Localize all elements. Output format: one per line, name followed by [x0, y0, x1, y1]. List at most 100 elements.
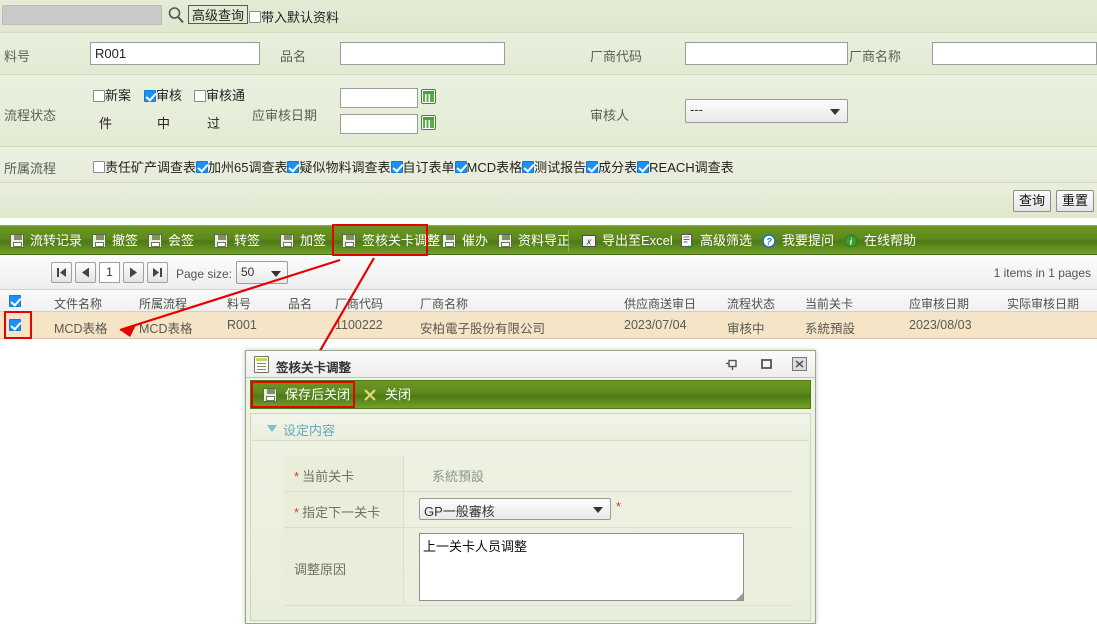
column-header-file-name[interactable]: 文件名称: [54, 295, 102, 312]
column-header-current-gate[interactable]: 当前关卡: [805, 295, 853, 312]
last-page-button[interactable]: [147, 262, 168, 283]
toolbar-item-advanced-filter[interactable]: 高级筛选: [678, 226, 752, 256]
first-page-button[interactable]: [51, 262, 72, 283]
toolbar-item-urge[interactable]: 催办: [440, 226, 488, 256]
chevron-down-icon: [271, 271, 281, 277]
option-label: 审核通: [206, 88, 246, 103]
calendar-icon[interactable]: [421, 115, 436, 130]
vendor-name-input[interactable]: [932, 42, 1097, 65]
checkbox-box[interactable]: [522, 160, 535, 173]
checkbox-box[interactable]: [144, 90, 156, 102]
belong-process-option-4[interactable]: MCD表格: [454, 158, 522, 175]
checkbox-box[interactable]: [93, 90, 105, 102]
checkbox-box[interactable]: [249, 10, 261, 23]
reason-label: 调整原因: [294, 562, 347, 577]
required-asterisk: *: [294, 469, 300, 484]
section-header[interactable]: 设定内容: [252, 415, 809, 441]
process-status-option-2[interactable]: 审核通: [194, 85, 245, 104]
belong-process-option-2[interactable]: 疑似物料调查表: [287, 158, 391, 175]
process-status-option-1[interactable]: 审核: [144, 85, 182, 104]
query-button[interactable]: 查询: [1013, 190, 1051, 212]
close-button[interactable]: 关闭: [363, 381, 411, 408]
dialog-title-bar[interactable]: 签核关卡调整: [246, 351, 815, 378]
checkbox-box[interactable]: [287, 160, 300, 173]
review-date-to-input[interactable]: [340, 114, 418, 134]
toolbar-item-online-help[interactable]: i 在线帮助: [842, 226, 916, 256]
field-label-cell: 调整原因: [284, 528, 404, 605]
save-and-close-button[interactable]: 保存后关闭: [263, 381, 350, 408]
checkbox-box[interactable]: [93, 160, 105, 173]
product-name-input[interactable]: [340, 42, 505, 65]
reason-textarea[interactable]: [419, 533, 744, 601]
close-icon[interactable]: [791, 356, 808, 372]
advanced-query-link[interactable]: 高级查询: [188, 5, 249, 24]
process-status-option-2-line2: 过: [207, 113, 220, 132]
review-date-from-input[interactable]: [340, 88, 418, 108]
prev-page-button[interactable]: [75, 262, 96, 283]
section-title: 设定内容: [283, 423, 336, 438]
collapse-triangle-icon[interactable]: [267, 425, 277, 432]
toolbar-item-flow-record[interactable]: 流转记录: [8, 226, 82, 256]
page-size-select[interactable]: 50: [236, 261, 288, 284]
default-data-checkbox[interactable]: 带入默认资料: [249, 7, 339, 26]
checkbox-box[interactable]: [196, 160, 209, 173]
table-row[interactable]: MCD表格 MCD表格 R001 1100222 安柏電子股份有限公司 2023…: [0, 312, 1097, 339]
filter-icon: [680, 234, 694, 248]
toolbar-item-transfer[interactable]: 转签: [212, 226, 260, 256]
select-all-checkbox[interactable]: [9, 294, 21, 308]
search-icon[interactable]: [166, 5, 186, 25]
column-header-actual-date[interactable]: 实际审核日期: [1007, 295, 1079, 312]
calendar-icon[interactable]: [421, 89, 436, 104]
toolbar-item-label: 会签: [168, 233, 195, 248]
column-header-vendor-name[interactable]: 厂商名称: [420, 295, 468, 312]
checkbox-box[interactable]: [454, 160, 467, 173]
vendor-code-input[interactable]: [685, 42, 848, 65]
reset-button[interactable]: 重置: [1056, 190, 1094, 212]
save-disk-icon: [263, 388, 277, 402]
cell-file-name: MCD表格: [54, 322, 108, 336]
belong-process-option-5[interactable]: 测试报告: [522, 158, 586, 175]
belong-process-option-1[interactable]: 加州65调查表: [196, 158, 287, 175]
column-header-review-date[interactable]: 应审核日期: [909, 295, 969, 312]
search-input[interactable]: [2, 5, 162, 25]
toolbar-item-ask-question[interactable]: ? 我要提问: [760, 226, 834, 256]
toolbar-item-countersign[interactable]: 会签: [146, 226, 194, 256]
field-label-cell: * 指定下一关卡: [284, 492, 404, 527]
reviewer-select[interactable]: ---: [685, 99, 848, 123]
toolbar-item-add-sign[interactable]: 加签: [278, 226, 326, 256]
belong-process-option-7[interactable]: REACH调查表: [637, 158, 734, 175]
maximize-icon[interactable]: [758, 356, 775, 372]
checkbox-box[interactable]: [9, 319, 21, 331]
toolbar-item-data-correct[interactable]: 资料导正: [496, 226, 570, 256]
checkbox-box[interactable]: [390, 160, 403, 173]
current-page-input[interactable]: 1: [99, 262, 120, 283]
query-actions-row: 查询 重置: [0, 182, 1097, 218]
belong-process-option-0[interactable]: 责任矿产调查表: [93, 158, 196, 175]
checkbox-box[interactable]: [194, 90, 206, 102]
column-header-submit-date[interactable]: 供应商送审日: [624, 295, 696, 312]
field-row-reason: 调整原因: [284, 528, 792, 606]
checkbox-box[interactable]: [637, 160, 650, 173]
cell-belong-process: MCD表格: [139, 322, 193, 336]
resize-grip-icon[interactable]: [736, 593, 743, 600]
toolbar-item-export-excel[interactable]: x 导出至Excel: [580, 226, 673, 256]
belong-process-option-3[interactable]: 自订表单: [390, 158, 455, 175]
material-no-input[interactable]: [90, 42, 260, 65]
product-name-label: 品名: [280, 49, 307, 64]
toolbar-item-withdraw[interactable]: 撤签: [90, 226, 138, 256]
toolbar-item-gate-adjust[interactable]: 签核关卡调整: [340, 226, 440, 256]
column-header-vendor-code[interactable]: 厂商代码: [335, 295, 383, 312]
process-status-option-0[interactable]: 新案: [93, 85, 131, 104]
column-header-process-status[interactable]: 流程状态: [727, 295, 775, 312]
checkbox-box[interactable]: [9, 295, 21, 307]
row-select-checkbox[interactable]: [9, 318, 21, 332]
grid-footer: [0, 339, 1097, 348]
column-header-material-no[interactable]: 料号: [227, 295, 251, 312]
belong-process-option-6[interactable]: 成分表: [586, 158, 637, 175]
pin-icon[interactable]: [725, 356, 742, 372]
checkbox-box[interactable]: [586, 160, 599, 173]
column-header-belong-process[interactable]: 所属流程: [139, 295, 187, 312]
column-header-product-name[interactable]: 品名: [288, 295, 312, 312]
next-gate-select[interactable]: GP一般審核: [419, 498, 611, 520]
next-page-button[interactable]: [123, 262, 144, 283]
